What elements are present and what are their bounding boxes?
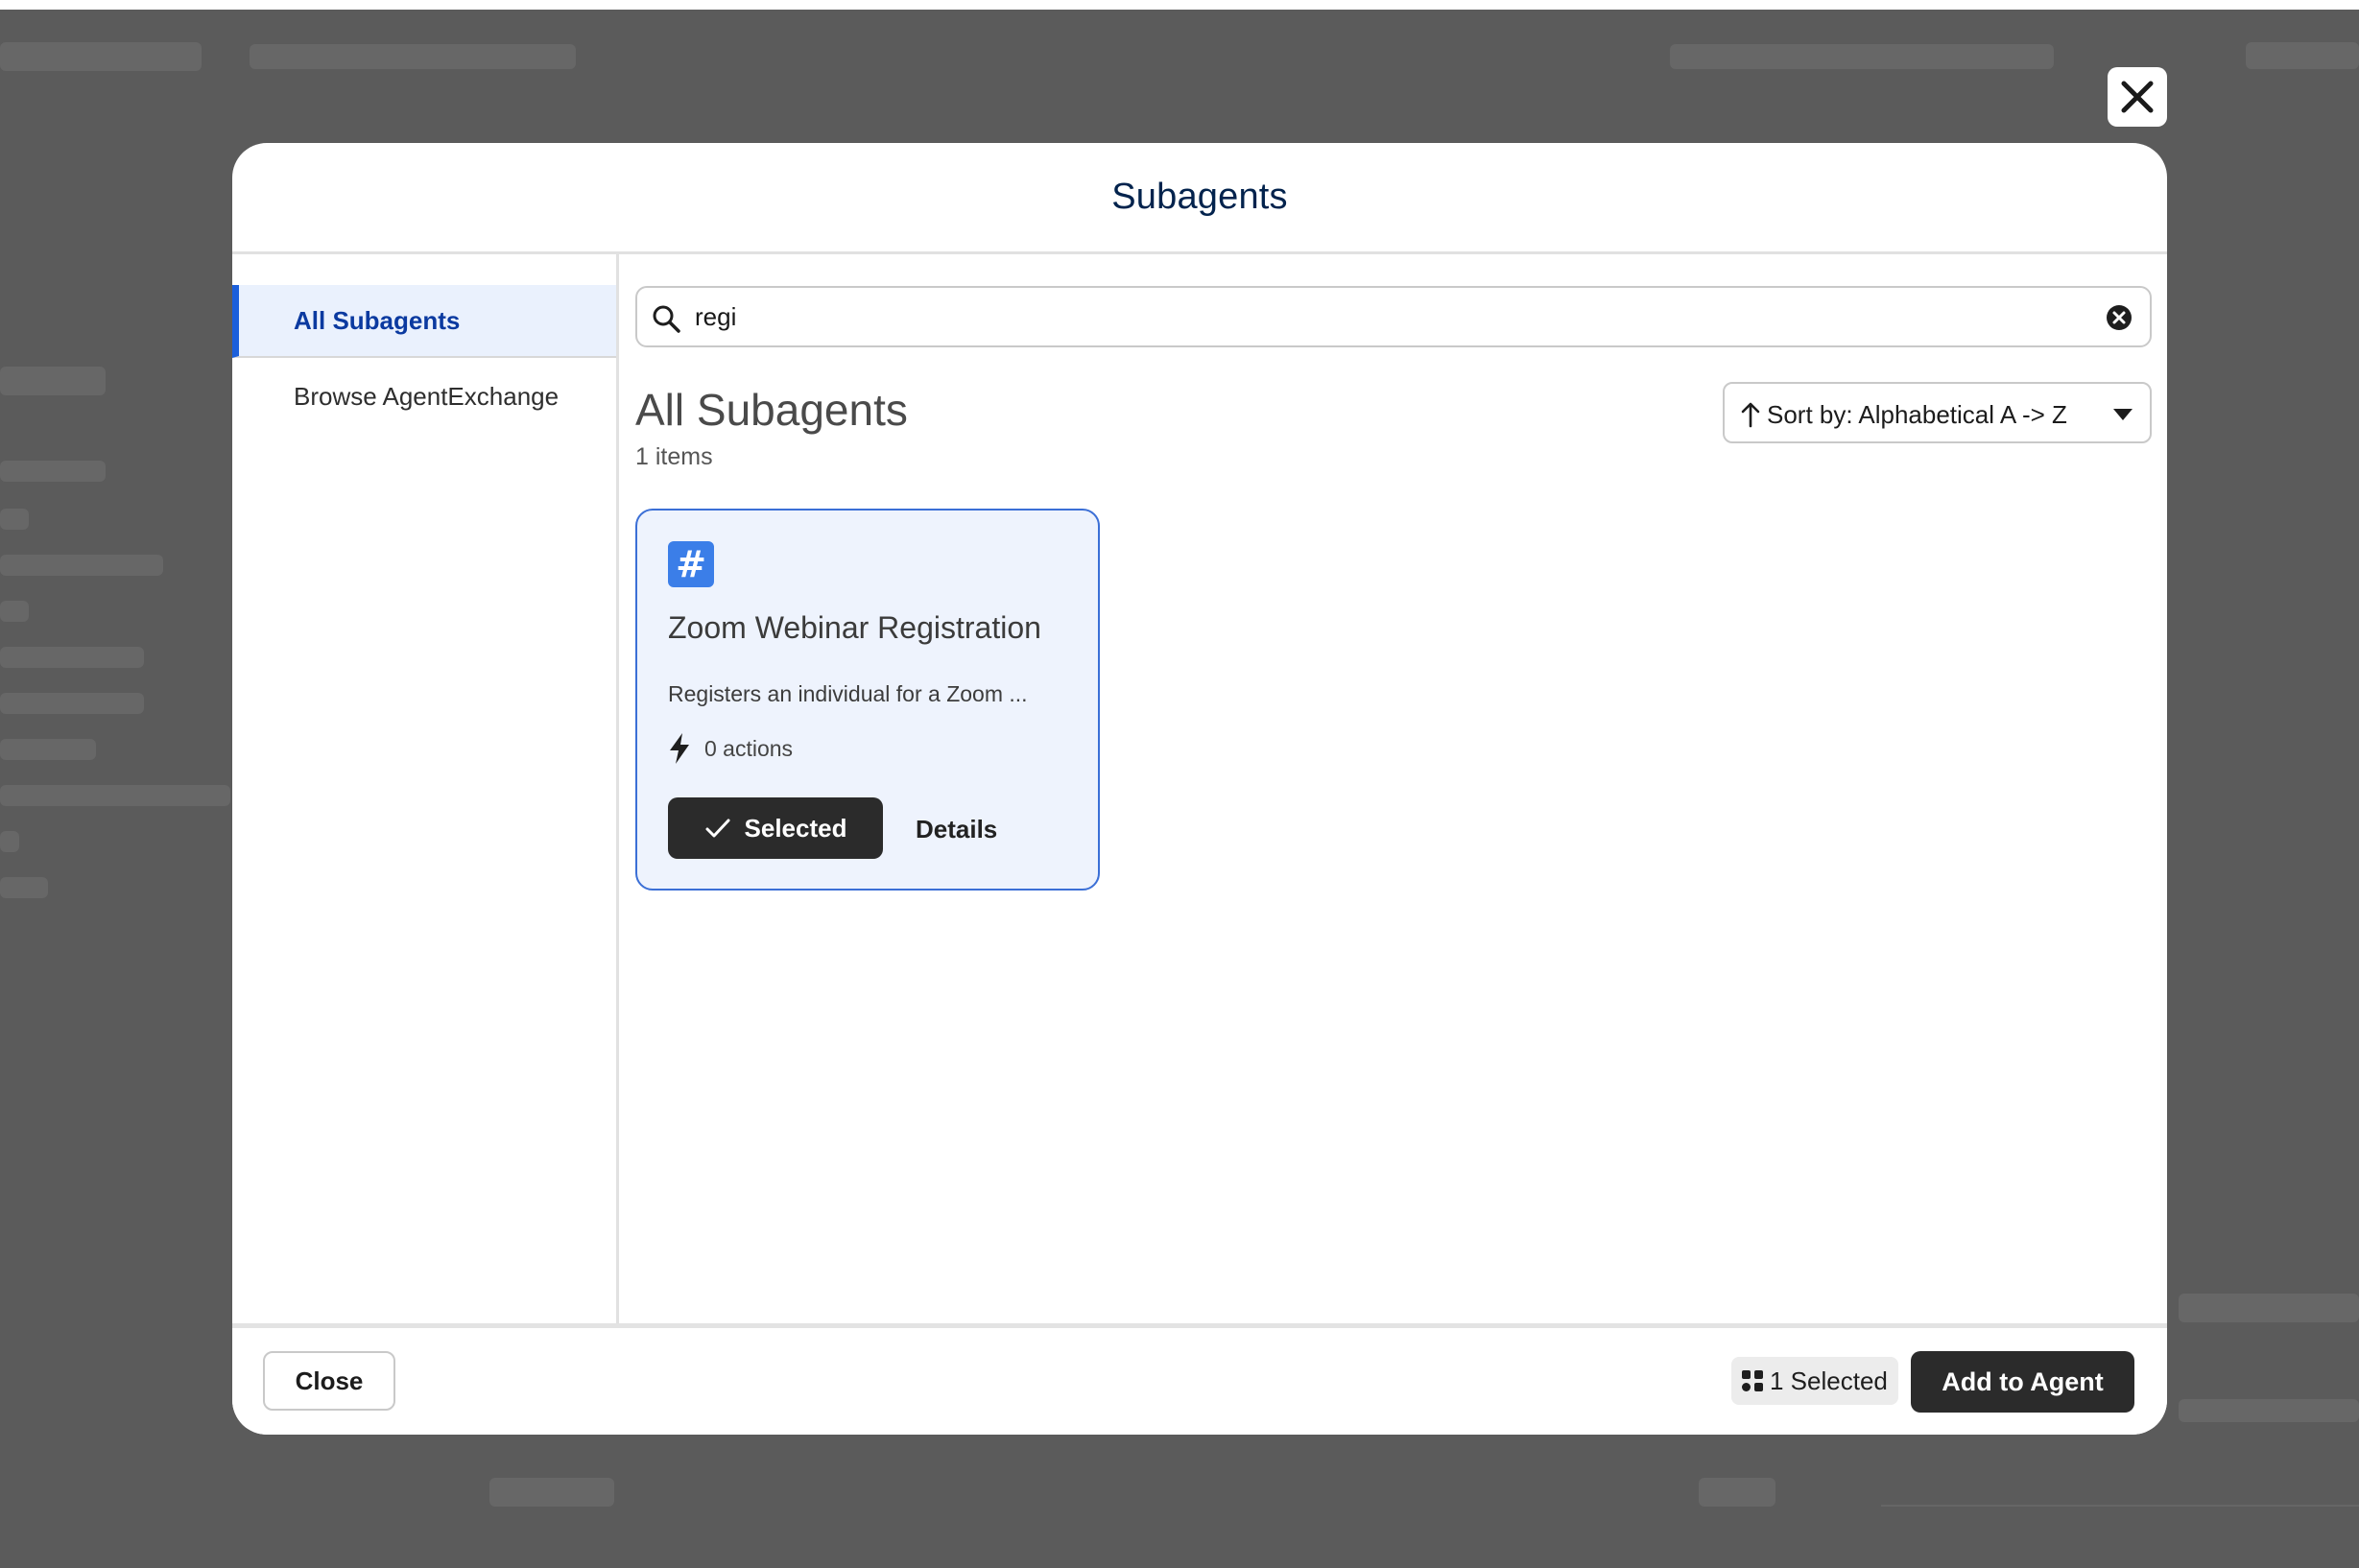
modal-sidebar: All Subagents Browse AgentExchange: [232, 254, 619, 1435]
sort-label: Sort by: Alphabetical A -> Z: [1767, 400, 2067, 429]
modal-header: Subagents: [232, 143, 2167, 254]
background-panel-blur: [2179, 1399, 2359, 1422]
background-sidebar-blur: [0, 647, 144, 668]
background-sidebar-blur: [0, 785, 230, 806]
close-icon: [2121, 81, 2154, 113]
subagents-modal: Subagents All Subagents Browse AgentExch…: [232, 143, 2167, 1435]
actions-text: 0 actions: [704, 735, 794, 761]
modal-content: All Subagents 1 items Sort by: Alphabeti…: [619, 254, 2167, 1435]
close-button[interactable]: Close: [263, 1351, 395, 1411]
search-input[interactable]: [695, 296, 2077, 338]
background-panel-blur: [2179, 1294, 2359, 1322]
details-button[interactable]: Details: [916, 815, 997, 844]
selected-button[interactable]: Selected: [668, 797, 883, 859]
add-to-agent-button[interactable]: Add to Agent: [1911, 1351, 2134, 1413]
arrow-up-icon: [1741, 402, 1760, 428]
subagent-card[interactable]: # Zoom Webinar Registration Registers an…: [635, 509, 1100, 891]
background-bottom-blur: [1699, 1478, 1775, 1507]
check-icon: [705, 819, 730, 838]
background-sidebar-blur: [0, 367, 106, 395]
background-sidebar-blur: [0, 693, 144, 714]
background-top-strip: [0, 0, 2359, 10]
bolt-icon: [670, 733, 689, 764]
background-sidebar-blur: [0, 877, 48, 898]
sidebar-item-all-subagents[interactable]: All Subagents: [232, 285, 616, 358]
modal-footer: Close 1 Selected Add to Agent: [232, 1323, 2167, 1435]
item-count: 1 items: [635, 443, 713, 470]
overlay-close-button[interactable]: [2108, 67, 2167, 127]
background-sidebar-blur: [0, 739, 96, 760]
background-sidebar-blur: [0, 461, 106, 482]
sidebar-item-label: Browse AgentExchange: [294, 381, 560, 411]
clear-icon[interactable]: [2106, 304, 2133, 331]
hash-icon: #: [668, 541, 714, 587]
background-sidebar-blur: [0, 509, 29, 530]
caret-down-icon: [2113, 409, 2133, 420]
card-actions-count: 0 actions: [668, 729, 793, 768]
background-sidebar-blur: [0, 601, 29, 622]
background-divider: [1881, 1505, 2359, 1507]
grid-icon: [1742, 1370, 1763, 1391]
section-title: All Subagents: [635, 385, 908, 435]
selected-label: Selected: [744, 813, 847, 843]
sidebar-item-label: All Subagents: [294, 305, 461, 335]
background-header-blur: [250, 44, 576, 69]
search-icon: [653, 305, 680, 333]
sort-select[interactable]: Sort by: Alphabetical A -> Z: [1723, 382, 2152, 443]
card-description: Registers an individual for a Zoom ...: [668, 681, 1028, 706]
background-header-blur: [1670, 44, 2054, 69]
selected-count-text: 1 Selected: [1770, 1366, 1888, 1395]
search-box: [635, 286, 2152, 347]
background-header-blur: [0, 42, 202, 71]
background-bottom-blur: [489, 1478, 614, 1507]
background-sidebar-blur: [0, 831, 19, 852]
selected-count-badge[interactable]: 1 Selected: [1731, 1357, 1898, 1405]
card-title: Zoom Webinar Registration: [668, 610, 1041, 645]
background-sidebar-blur: [0, 555, 163, 576]
background-header-blur: [2246, 42, 2359, 69]
sidebar-item-browse-agentexchange[interactable]: Browse AgentExchange: [232, 360, 616, 433]
modal-title: Subagents: [1111, 177, 1288, 217]
